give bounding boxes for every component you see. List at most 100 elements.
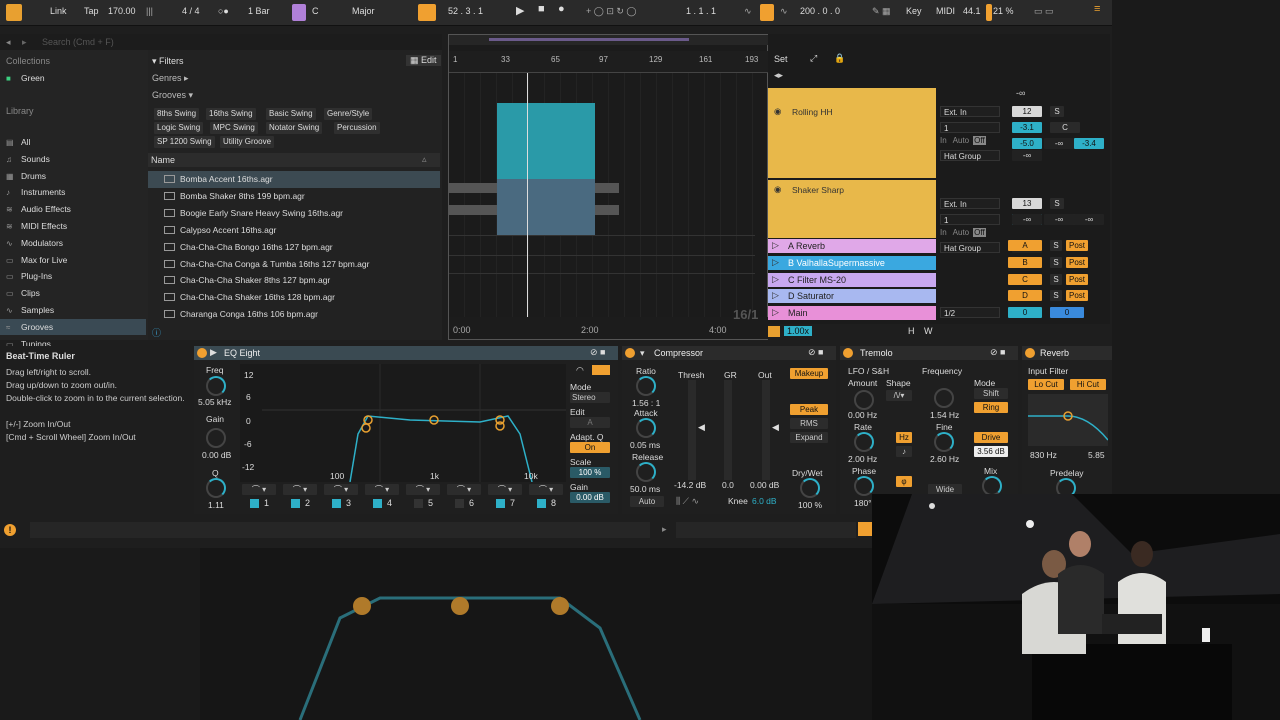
filters-toggle[interactable]: ▾ Filters (152, 56, 184, 67)
hi-cut-value[interactable]: 5.85 (1088, 450, 1105, 460)
band-toggle-icon[interactable] (373, 499, 382, 508)
output-gain-value[interactable]: 0.00 dB (570, 492, 610, 503)
phase-knob[interactable] (854, 476, 874, 496)
device-menu-icon[interactable]: ⊘ ■ (590, 347, 605, 358)
filter-type-select[interactable]: ⌒ ▾ (447, 484, 481, 495)
monitor-off[interactable]: Off (973, 228, 986, 237)
input-channel-select[interactable]: 1 (940, 214, 1000, 225)
filter-tag[interactable]: Logic Swing (154, 122, 204, 134)
rate-knob[interactable] (854, 432, 874, 452)
library-item-plug-ins[interactable]: ▭ Plug-Ins (6, 268, 146, 284)
main-volume[interactable]: 0 (1008, 307, 1042, 318)
pre-post-toggle[interactable]: Post (1066, 240, 1088, 251)
overdub-icon[interactable]: + ◯ ⊡ ↻ ◯ (586, 6, 636, 17)
return-track[interactable]: ▷ B ValhallaSupermassive (768, 255, 936, 270)
main-pan[interactable]: 0 (1050, 307, 1084, 318)
library-item-all[interactable]: ▤ All (6, 134, 146, 150)
follow-button[interactable] (418, 4, 436, 21)
amount-value[interactable]: 0.00 Hz (848, 410, 877, 420)
device-on-icon[interactable] (625, 348, 635, 358)
signature-field[interactable]: 4 / 4 (182, 6, 200, 16)
frequency-knob[interactable] (934, 388, 954, 408)
gain-value[interactable]: 0.00 dB (202, 450, 231, 460)
library-item-midi-effects[interactable]: ≋ MIDI Effects (6, 218, 146, 234)
set-button[interactable]: Set (774, 54, 788, 64)
sync-note-icon[interactable]: ♪ (896, 446, 912, 457)
frequency-value[interactable]: 1.54 Hz (930, 410, 959, 420)
drive-value[interactable]: 3.56 dB (974, 446, 1008, 457)
filter-type-select[interactable]: ⌒ ▾ (406, 484, 440, 495)
library-item-instruments[interactable]: ♪ Instruments (6, 184, 146, 200)
release-value[interactable]: 50.0 ms (630, 484, 660, 494)
list-item[interactable]: Calypso Accent 16ths.agr (148, 222, 440, 239)
output-select[interactable]: Hat Group (940, 150, 1000, 161)
list-item[interactable]: Bomba Shaker 8ths 199 bpm.agr (148, 188, 440, 205)
library-item-drums[interactable]: ▦ Drums (6, 168, 146, 184)
drywet-knob[interactable] (800, 478, 820, 498)
key-map-button[interactable]: Key (906, 6, 922, 16)
expand-button[interactable]: Expand (790, 432, 828, 443)
lo-cut-button[interactable]: Lo Cut (1028, 379, 1064, 390)
list-item[interactable]: Bomba Accent 16ths.agr (148, 171, 440, 188)
clip-shaker-sharp[interactable] (497, 179, 595, 235)
clip-stub[interactable] (595, 183, 619, 193)
adaptive-q-toggle[interactable]: On (570, 442, 610, 453)
ring-mode-button[interactable]: Ring (974, 402, 1008, 413)
out-meter[interactable] (762, 380, 770, 480)
mix-knob[interactable] (982, 476, 1002, 496)
filter-type-select[interactable]: ⌒ ▾ (365, 484, 399, 495)
band-toggle-icon[interactable] (414, 499, 423, 508)
punch-out-icon[interactable]: ∿ (780, 6, 788, 17)
return-track[interactable]: ▷ A Reverb (768, 239, 936, 253)
out-slider-icon[interactable]: ◀ (772, 422, 779, 433)
library-item-samples[interactable]: ∿ Samples (6, 302, 146, 318)
clip-rolling-hh[interactable] (497, 103, 595, 179)
release-knob[interactable] (636, 462, 656, 482)
expand-icon[interactable]: ⤢ (810, 53, 817, 64)
lock-icon[interactable]: 🔒 (834, 53, 845, 64)
return-activator[interactable]: D (1008, 290, 1042, 302)
device-on-icon[interactable] (197, 348, 207, 358)
band-toggle-icon[interactable] (496, 499, 505, 508)
list-item[interactable]: Charanga Conga 16ths 106 bpm.agr (148, 306, 440, 323)
track-play-icon[interactable]: ▷ (772, 274, 779, 285)
w-button[interactable]: W (924, 326, 933, 336)
beat-time-ruler[interactable]: 1 33 65 97 129 161 193 (449, 51, 769, 73)
q-knob[interactable] (206, 478, 226, 498)
pre-post-toggle[interactable]: Post (1066, 273, 1088, 285)
send-c[interactable]: -∞ (1074, 214, 1104, 225)
thresh-slider-icon[interactable]: ◀ (698, 422, 705, 433)
ratio-value[interactable]: 1.56 : 1 (632, 398, 660, 408)
output-select[interactable]: Hat Group (940, 242, 1000, 253)
send-c[interactable]: -3.4 (1074, 138, 1104, 149)
filter-tag[interactable]: 8ths Swing (154, 108, 200, 120)
clip-stub[interactable] (449, 205, 497, 215)
expand-view-icon[interactable]: ▸ (662, 524, 667, 535)
filter-tag[interactable]: SP 1200 Swing (154, 136, 215, 148)
filters-edit-button[interactable]: ▦ Edit (406, 55, 441, 66)
warning-icon[interactable]: ! (4, 524, 16, 536)
eq-oversample-icon[interactable] (592, 365, 610, 375)
library-item-audio-effects[interactable]: ≋ Audio Effects (6, 201, 146, 217)
monitor-switch[interactable]: In Auto Off (940, 228, 1000, 239)
input-type-select[interactable]: Ext. In (940, 198, 1000, 209)
menu-icon[interactable]: ≡ (1094, 3, 1100, 15)
genres-filter[interactable]: Genres ▸ (152, 73, 189, 84)
gain-knob[interactable] (206, 428, 226, 448)
hz-toggle[interactable]: Hz (896, 432, 912, 443)
library-item-modulators[interactable]: ∿ Modulators (6, 235, 146, 251)
loop-length[interactable]: 200 . 0 . 0 (800, 6, 840, 16)
h-button[interactable]: H (908, 326, 915, 336)
return-activator[interactable]: C (1008, 273, 1042, 285)
monitor-auto[interactable]: Auto (953, 136, 969, 145)
rms-button[interactable]: RMS (790, 418, 828, 429)
filter-type-select[interactable]: ⌒ ▾ (242, 484, 276, 495)
quantize-select[interactable]: 1 Bar (248, 6, 270, 16)
forward-icon[interactable]: ▸ (22, 37, 27, 48)
peak-button[interactable]: Peak (790, 404, 828, 415)
solo-button[interactable]: S (1050, 240, 1062, 251)
clip-stub[interactable] (449, 183, 497, 193)
out-value[interactable]: 0.00 dB (750, 480, 779, 490)
return-activator[interactable]: B (1008, 256, 1042, 268)
tempo-field[interactable]: 170.00 (108, 6, 136, 16)
